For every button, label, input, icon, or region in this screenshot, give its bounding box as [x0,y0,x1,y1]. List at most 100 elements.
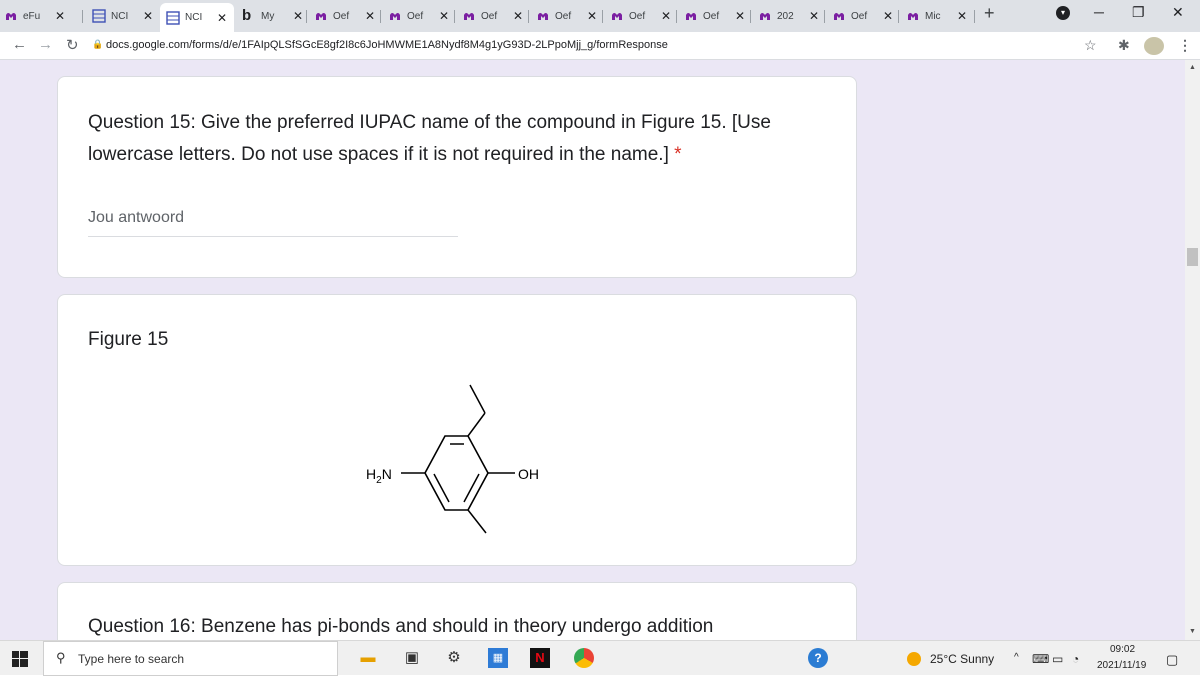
tab-separator [750,10,751,23]
minimize-icon[interactable]: ─ [1094,4,1104,20]
extension-puzzle-icon[interactable]: ✱ [1118,37,1130,54]
address-bar[interactable]: docs.google.com/forms/d/e/1FAIpQLSfSGcE8… [106,39,668,51]
close-tab-icon[interactable]: ✕ [809,9,819,23]
close-tab-icon[interactable]: ✕ [439,9,449,23]
form-favicon-icon [686,13,696,20]
battery-icon[interactable]: ▭ [1052,652,1063,666]
browser-tab[interactable]: 202 ✕ [754,5,819,27]
browser-tab[interactable]: Oef ✕ [458,5,523,27]
tab-separator [82,10,83,23]
calculator-icon[interactable]: ▦ [488,648,508,668]
tab-title: NCI [111,10,129,22]
tab-title: Oef [555,10,572,22]
tray-keyboard-icon[interactable]: ⌨ [1032,652,1049,666]
close-tab-icon[interactable]: ✕ [217,11,227,25]
form-favicon-icon [538,13,548,20]
avatar[interactable] [1144,37,1164,55]
notifications-icon[interactable]: ▢ [1166,652,1178,668]
tab-title: NCI [185,12,203,23]
close-tab-icon[interactable]: ✕ [661,9,671,23]
form-favicon-icon [390,13,400,20]
scroll-thumb[interactable] [1187,248,1198,266]
browser-tab-active[interactable]: NCI ✕ [160,3,234,32]
question-15-line2: lowercase letters. Do not use spaces if … [88,144,669,165]
browser-tab[interactable]: Oef ✕ [532,5,597,27]
form-favicon-icon [316,13,326,20]
browser-tab[interactable]: b My ✕ [238,5,303,27]
question-15-line1: Question 15: Give the preferred IUPAC na… [88,112,771,133]
search-icon: ⚲ [56,650,66,665]
close-tab-icon[interactable]: ✕ [513,9,523,23]
sheets-favicon-icon [166,10,180,25]
browser-tab[interactable]: Oef ✕ [828,5,893,27]
close-tab-icon[interactable]: ✕ [143,9,153,23]
tab-title: Oef [629,10,646,22]
chrome-icon[interactable] [574,648,594,668]
weather-text[interactable]: 25°C Sunny [930,652,994,666]
question-card-16: Question 16: Benzene has pi-bonds and sh… [57,582,857,640]
browser-tab[interactable]: eFu ✕ [0,5,65,27]
settings-gear-icon[interactable]: ⚙ [444,648,464,668]
form-favicon-icon [612,13,622,20]
weather-sun-icon [907,652,921,666]
scroll-up-icon[interactable]: ▲ [1189,64,1196,71]
restore-icon[interactable]: ❐ [1132,4,1145,21]
tab-separator [602,10,603,23]
close-tab-icon[interactable]: ✕ [365,9,375,23]
browser-tab[interactable]: Mic ✕ [902,5,967,27]
required-marker: * [674,144,682,165]
close-window-icon[interactable]: ✕ [1172,4,1184,21]
page-scrollbar[interactable]: ▲ ▼ [1185,60,1200,640]
tray-chevron-up-icon[interactable]: ^ [1014,652,1019,663]
figure-title: Figure 15 [88,329,169,350]
tab-separator [824,10,825,23]
browser-tab[interactable]: Oef ✕ [606,5,671,27]
new-tab-plus-icon[interactable]: + [984,3,995,24]
hydroxyl-label: OH [518,466,539,482]
close-tab-icon[interactable]: ✕ [957,9,967,23]
taskbar-search-placeholder: Type here to search [78,652,185,666]
store-bag-icon[interactable]: ▣ [402,648,422,668]
close-tab-icon[interactable]: ✕ [883,9,893,23]
bing-favicon-icon: b [242,7,252,24]
tab-title: Mic [925,10,941,22]
file-explorer-icon[interactable]: ▬ [358,648,378,668]
bookmark-star-icon[interactable]: ☆ [1084,37,1097,54]
windows-start-icon[interactable] [12,651,28,667]
browser-tab[interactable]: Oef ✕ [310,5,375,27]
taskbar-search-box[interactable]: ⚲ Type here to search [43,641,338,676]
molecule-structure-diagram: H2N OH [366,384,539,534]
close-tab-icon[interactable]: ✕ [735,9,745,23]
question-16-line1: Question 16: Benzene has pi-bonds and sh… [88,616,714,637]
form-favicon-icon [6,13,16,20]
tab-title: Oef [407,10,424,22]
reload-icon[interactable]: ↻ [66,36,79,54]
form-page: Question 15: Give the preferred IUPAC na… [0,60,1185,640]
windows-taskbar: ⚲ Type here to search ▬ ▣ ⚙ ▦ N ? 25°C S… [0,640,1200,676]
menu-kebab-icon[interactable]: ⋮ [1178,37,1192,54]
wifi-icon[interactable]: ◔ [1072,652,1079,666]
close-tab-icon[interactable]: ✕ [55,9,65,23]
netflix-icon[interactable]: N [530,648,550,668]
lock-icon: 🔒 [92,39,104,49]
tab-search-chevron-icon[interactable]: ▾ [1056,6,1070,20]
clock-time[interactable]: 09:02 [1110,644,1135,655]
close-tab-icon[interactable]: ✕ [293,9,303,23]
help-icon[interactable]: ? [808,648,828,668]
forward-arrow-icon[interactable]: → [38,36,53,53]
browser-tab[interactable]: NCI ✕ [88,5,153,27]
tab-title: Oef [333,10,350,22]
browser-tab[interactable]: Oef ✕ [680,5,745,27]
close-tab-icon[interactable]: ✕ [587,9,597,23]
scroll-down-icon[interactable]: ▼ [1189,628,1196,635]
sheets-favicon-icon [92,9,106,23]
clock-date[interactable]: 2021/11/19 [1097,660,1146,671]
question-card-15: Question 15: Give the preferred IUPAC na… [57,76,857,278]
browser-tab[interactable]: Oef ✕ [384,5,449,27]
tab-separator [676,10,677,23]
form-favicon-icon [908,13,918,20]
back-arrow-icon[interactable]: ← [12,36,27,53]
tab-title: Oef [481,10,498,22]
browser-toolbar: ← → ↻ 🔒 docs.google.com/forms/d/e/1FAIpQ… [0,32,1200,60]
answer-input[interactable]: Jou antwoord [88,205,458,237]
